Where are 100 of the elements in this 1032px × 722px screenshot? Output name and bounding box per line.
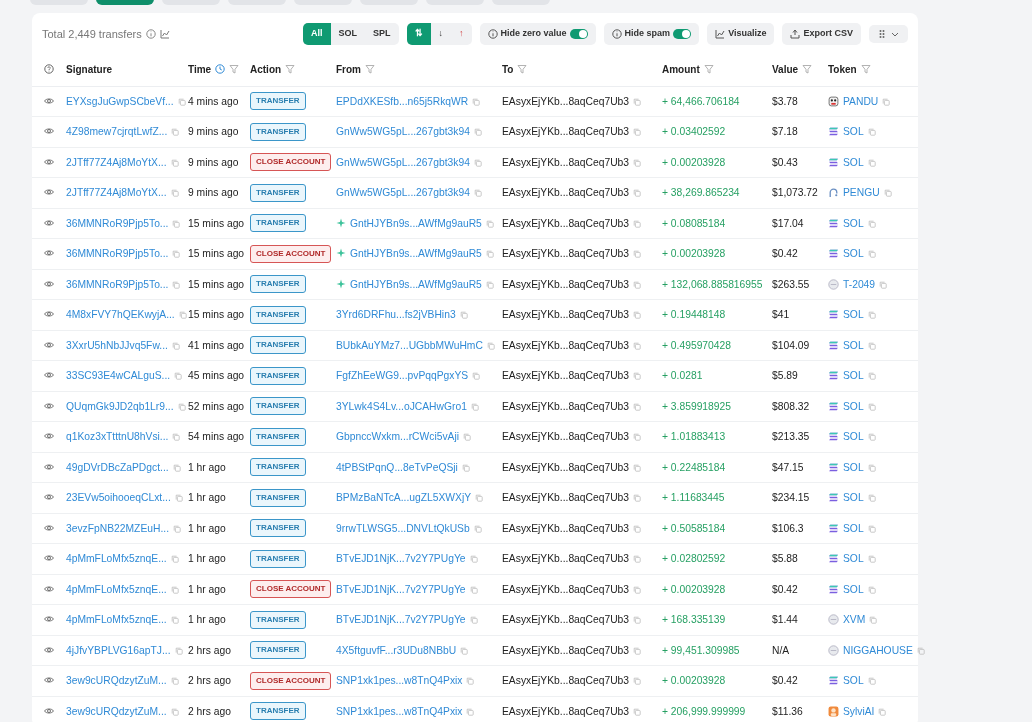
- copy-icon[interactable]: [867, 433, 876, 442]
- token-link[interactable]: SOL: [843, 431, 864, 443]
- address-link[interactable]: 4tPBStPqnQ...8eTvPeQSji: [336, 461, 458, 473]
- copy-icon[interactable]: [633, 219, 642, 228]
- copy-icon[interactable]: [460, 646, 469, 655]
- copy-icon[interactable]: [867, 463, 876, 472]
- direction-button[interactable]: ↓: [430, 23, 452, 45]
- signature-link[interactable]: q1Koz3xTtttnU8hVsi...: [66, 431, 169, 443]
- copy-icon[interactable]: [633, 372, 642, 381]
- signature-link[interactable]: 23EVw5oihooeqCLxt...: [66, 492, 171, 504]
- copy-icon[interactable]: [172, 280, 181, 289]
- signature-link[interactable]: 36MMNRoR9Pjp5To...: [66, 217, 169, 229]
- filter-tab[interactable]: SOL: [330, 23, 366, 45]
- token-link[interactable]: NIGGAHOUSE: [843, 644, 913, 656]
- signature-link[interactable]: 3evzFpNB22MZEuH...: [66, 522, 169, 534]
- view-icon[interactable]: [44, 187, 54, 198]
- copy-icon[interactable]: [485, 280, 494, 289]
- view-icon[interactable]: [44, 553, 54, 564]
- copy-icon[interactable]: [473, 189, 482, 198]
- copy-icon[interactable]: [459, 311, 468, 320]
- address-link[interactable]: 9rrwTLWSG5...DNVLtQkUSb: [336, 522, 470, 534]
- copy-icon[interactable]: [466, 707, 475, 716]
- token-link[interactable]: SOL: [843, 309, 864, 321]
- signature-link[interactable]: 3XxrU5hNbJJvq5Fw...: [66, 339, 168, 351]
- view-icon[interactable]: [44, 522, 54, 533]
- copy-icon[interactable]: [633, 707, 642, 716]
- copy-icon[interactable]: [472, 372, 481, 381]
- filter-icon[interactable]: [517, 63, 528, 74]
- view-icon[interactable]: [44, 614, 54, 625]
- copy-icon[interactable]: [172, 250, 181, 259]
- copy-icon[interactable]: [633, 555, 642, 564]
- address-link[interactable]: 3YLwk4S4Lv...oJCAHwGro1: [336, 400, 467, 412]
- copy-icon[interactable]: [486, 341, 495, 350]
- copy-icon[interactable]: [633, 341, 642, 350]
- address-link[interactable]: EPDdXKESfb...n65j5RkqWR: [336, 95, 469, 107]
- copy-icon[interactable]: [633, 97, 642, 106]
- view-icon[interactable]: [44, 217, 54, 228]
- info-icon[interactable]: [145, 29, 156, 39]
- signature-link[interactable]: 36MMNRoR9Pjp5To...: [66, 278, 169, 290]
- copy-icon[interactable]: [469, 555, 478, 564]
- copy-icon[interactable]: [177, 97, 186, 106]
- copy-icon[interactable]: [879, 280, 888, 289]
- signature-link[interactable]: 4M8xFVY7hQEKwyjA...: [66, 309, 175, 321]
- token-link[interactable]: SOL: [843, 583, 864, 595]
- copy-icon[interactable]: [867, 372, 876, 381]
- copy-icon[interactable]: [867, 219, 876, 228]
- copy-icon[interactable]: [472, 97, 481, 106]
- address-link[interactable]: FgfZhEeWG9...pvPqqPgxYS: [336, 370, 469, 382]
- signature-link[interactable]: 36MMNRoR9Pjp5To...: [66, 248, 169, 260]
- signature-link[interactable]: 4Z98mew7cjrqtLwfZ...: [66, 126, 168, 138]
- view-icon[interactable]: [44, 400, 54, 411]
- copy-icon[interactable]: [485, 250, 494, 259]
- filter-icon[interactable]: [365, 63, 375, 74]
- copy-icon[interactable]: [882, 97, 891, 106]
- view-icon[interactable]: [44, 431, 54, 442]
- copy-icon[interactable]: [867, 158, 876, 167]
- copy-icon[interactable]: [174, 494, 183, 503]
- copy-icon[interactable]: [869, 616, 878, 625]
- signature-link[interactable]: 2JTff77Z4Aj8MoYtX...: [66, 156, 167, 168]
- token-link[interactable]: SOL: [843, 339, 864, 351]
- view-icon[interactable]: [44, 309, 54, 320]
- copy-icon[interactable]: [173, 524, 181, 533]
- token-link[interactable]: SylviAI: [843, 705, 875, 717]
- column-header[interactable]: Signature: [66, 63, 113, 75]
- signature-link[interactable]: 4pMmFLoMfx5znqE...: [66, 614, 167, 626]
- address-link[interactable]: GntHJYBn9s...AWfMg9auR5: [336, 278, 482, 290]
- token-link[interactable]: SOL: [843, 217, 864, 229]
- copy-icon[interactable]: [867, 524, 876, 533]
- copy-icon[interactable]: [916, 646, 925, 655]
- direction-button[interactable]: ↑: [451, 23, 472, 45]
- address-link[interactable]: SNP1xk1pes...w8TnQ4Pxix: [336, 705, 463, 717]
- address-link[interactable]: GntHJYBn9s...AWfMg9auR5: [336, 248, 482, 260]
- token-link[interactable]: SOL: [843, 675, 864, 687]
- copy-icon[interactable]: [473, 158, 482, 167]
- copy-icon[interactable]: [171, 128, 180, 137]
- column-header[interactable]: Value: [772, 63, 799, 75]
- token-link[interactable]: T-2049: [843, 278, 876, 290]
- direction-button[interactable]: ⇅: [406, 23, 431, 45]
- view-icon[interactable]: [44, 370, 54, 381]
- column-header[interactable]: Action: [250, 63, 282, 75]
- token-link[interactable]: SOL: [843, 492, 864, 504]
- token-link[interactable]: SOL: [843, 370, 864, 382]
- copy-icon[interactable]: [633, 433, 642, 442]
- copy-icon[interactable]: [867, 341, 876, 350]
- address-link[interactable]: GnWw5WG5pL...267gbt3k94: [336, 126, 470, 138]
- signature-link[interactable]: EYXsgJuGwpSCbeVf...: [66, 95, 174, 107]
- signature-link[interactable]: 3ew9cURQdzytZuM...: [66, 705, 167, 717]
- copy-icon[interactable]: [633, 402, 642, 411]
- copy-icon[interactable]: [633, 250, 642, 259]
- column-menu-button[interactable]: [869, 25, 908, 43]
- toggle-switch[interactable]: [673, 29, 692, 39]
- copy-icon[interactable]: [633, 189, 642, 198]
- view-icon[interactable]: [44, 339, 54, 350]
- address-link[interactable]: GbpnccWxkm...rCWci5vAji: [336, 431, 459, 443]
- copy-icon[interactable]: [170, 189, 179, 198]
- copy-icon[interactable]: [485, 219, 494, 228]
- copy-icon[interactable]: [633, 524, 642, 533]
- copy-icon[interactable]: [633, 158, 642, 167]
- address-link[interactable]: BPMzBaNTcA...ugZL5XWXjY: [336, 492, 472, 504]
- copy-icon[interactable]: [170, 616, 179, 625]
